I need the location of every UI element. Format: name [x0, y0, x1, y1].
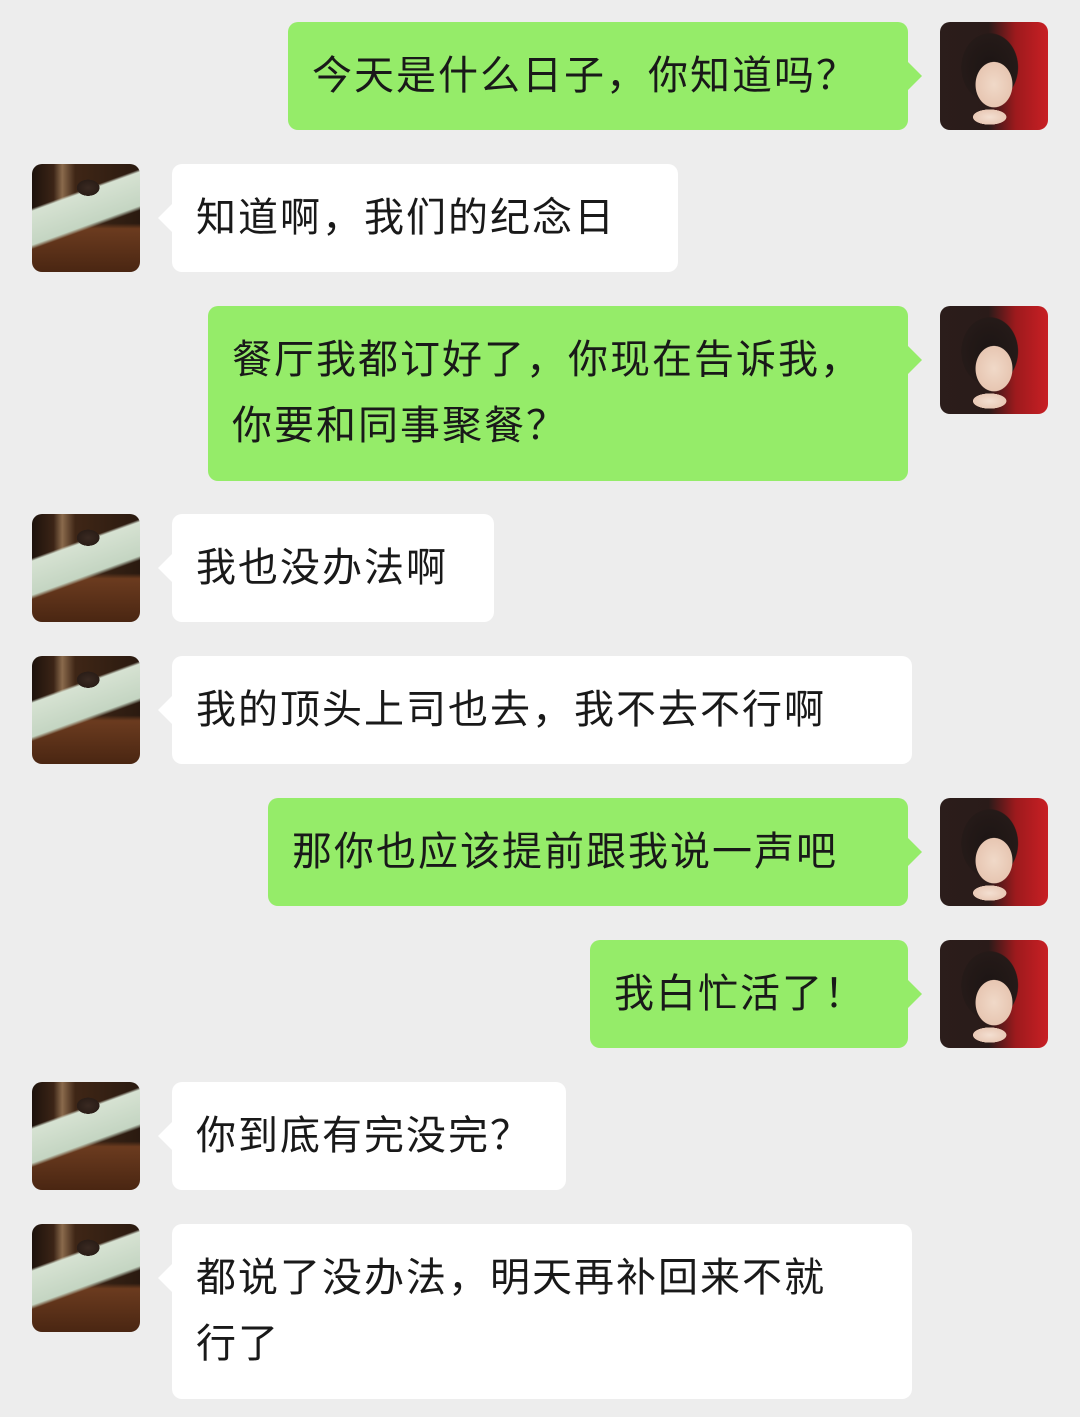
- bubble-tail: [158, 1122, 172, 1150]
- message-bubble[interactable]: 我白忙活了！: [590, 940, 908, 1048]
- message-bubble[interactable]: 都说了没办法，明天再补回来不就 行了: [172, 1224, 912, 1399]
- bubble-tail: [158, 204, 172, 232]
- message-bubble[interactable]: 知道啊，我们的纪念日: [172, 164, 678, 272]
- contact-avatar[interactable]: [32, 164, 140, 272]
- contact-avatar[interactable]: [32, 656, 140, 764]
- message-bubble[interactable]: 今天是什么日子，你知道吗？: [288, 22, 908, 130]
- contact-avatar[interactable]: [32, 1082, 140, 1190]
- bubble-tail: [908, 62, 922, 90]
- message-bubble[interactable]: 餐厅我都订好了，你现在告诉我， 你要和同事聚餐？: [208, 306, 908, 481]
- user-avatar[interactable]: [940, 940, 1048, 1048]
- message-bubble[interactable]: 那你也应该提前跟我说一声吧: [268, 798, 908, 906]
- message-bubble[interactable]: 我也没办法啊: [172, 514, 494, 622]
- user-avatar[interactable]: [940, 306, 1048, 414]
- bubble-tail: [908, 838, 922, 866]
- contact-avatar[interactable]: [32, 1224, 140, 1332]
- message-bubble[interactable]: 我的顶头上司也去，我不去不行啊: [172, 656, 912, 764]
- message-bubble[interactable]: 你到底有完没完？: [172, 1082, 566, 1190]
- bubble-tail: [158, 1264, 172, 1292]
- user-avatar[interactable]: [940, 798, 1048, 906]
- contact-avatar[interactable]: [32, 514, 140, 622]
- bubble-tail: [158, 696, 172, 724]
- bubble-tail: [908, 346, 922, 374]
- bubble-tail: [158, 554, 172, 582]
- user-avatar[interactable]: [940, 22, 1048, 130]
- bubble-tail: [908, 980, 922, 1008]
